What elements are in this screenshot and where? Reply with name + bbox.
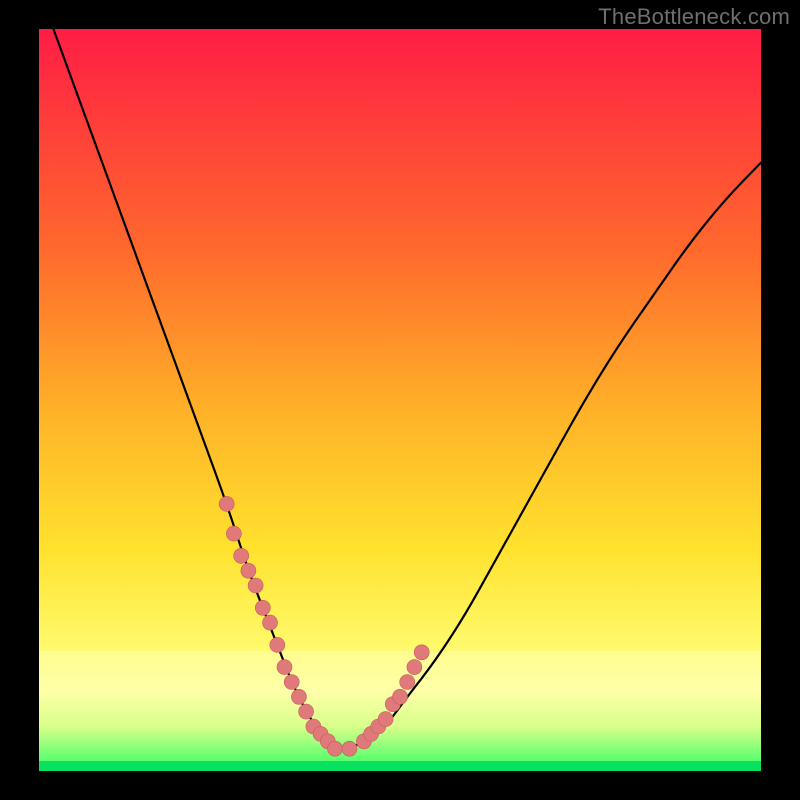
curve-marker xyxy=(407,660,422,675)
curve-marker xyxy=(299,704,314,719)
watermark-label: TheBottleneck.com xyxy=(598,4,790,30)
curve-marker xyxy=(248,578,263,593)
curve-marker xyxy=(263,615,278,630)
bottom-strip xyxy=(39,761,761,771)
curve-marker xyxy=(291,689,306,704)
curve-marker xyxy=(400,675,415,690)
curve-marker xyxy=(241,563,256,578)
curve-marker xyxy=(270,637,285,652)
curve-marker xyxy=(219,496,234,511)
curve-marker xyxy=(414,645,429,660)
outer-frame: TheBottleneck.com xyxy=(0,0,800,800)
curve-marker xyxy=(226,526,241,541)
curve-marker xyxy=(328,741,343,756)
chart-svg xyxy=(39,29,761,771)
curve-marker xyxy=(234,548,249,563)
curve-marker xyxy=(378,712,393,727)
curve-marker xyxy=(342,741,357,756)
curve-marker xyxy=(255,600,270,615)
curve-marker xyxy=(284,675,299,690)
curve-marker xyxy=(393,689,408,704)
curve-marker xyxy=(277,660,292,675)
plot-area xyxy=(39,29,761,771)
